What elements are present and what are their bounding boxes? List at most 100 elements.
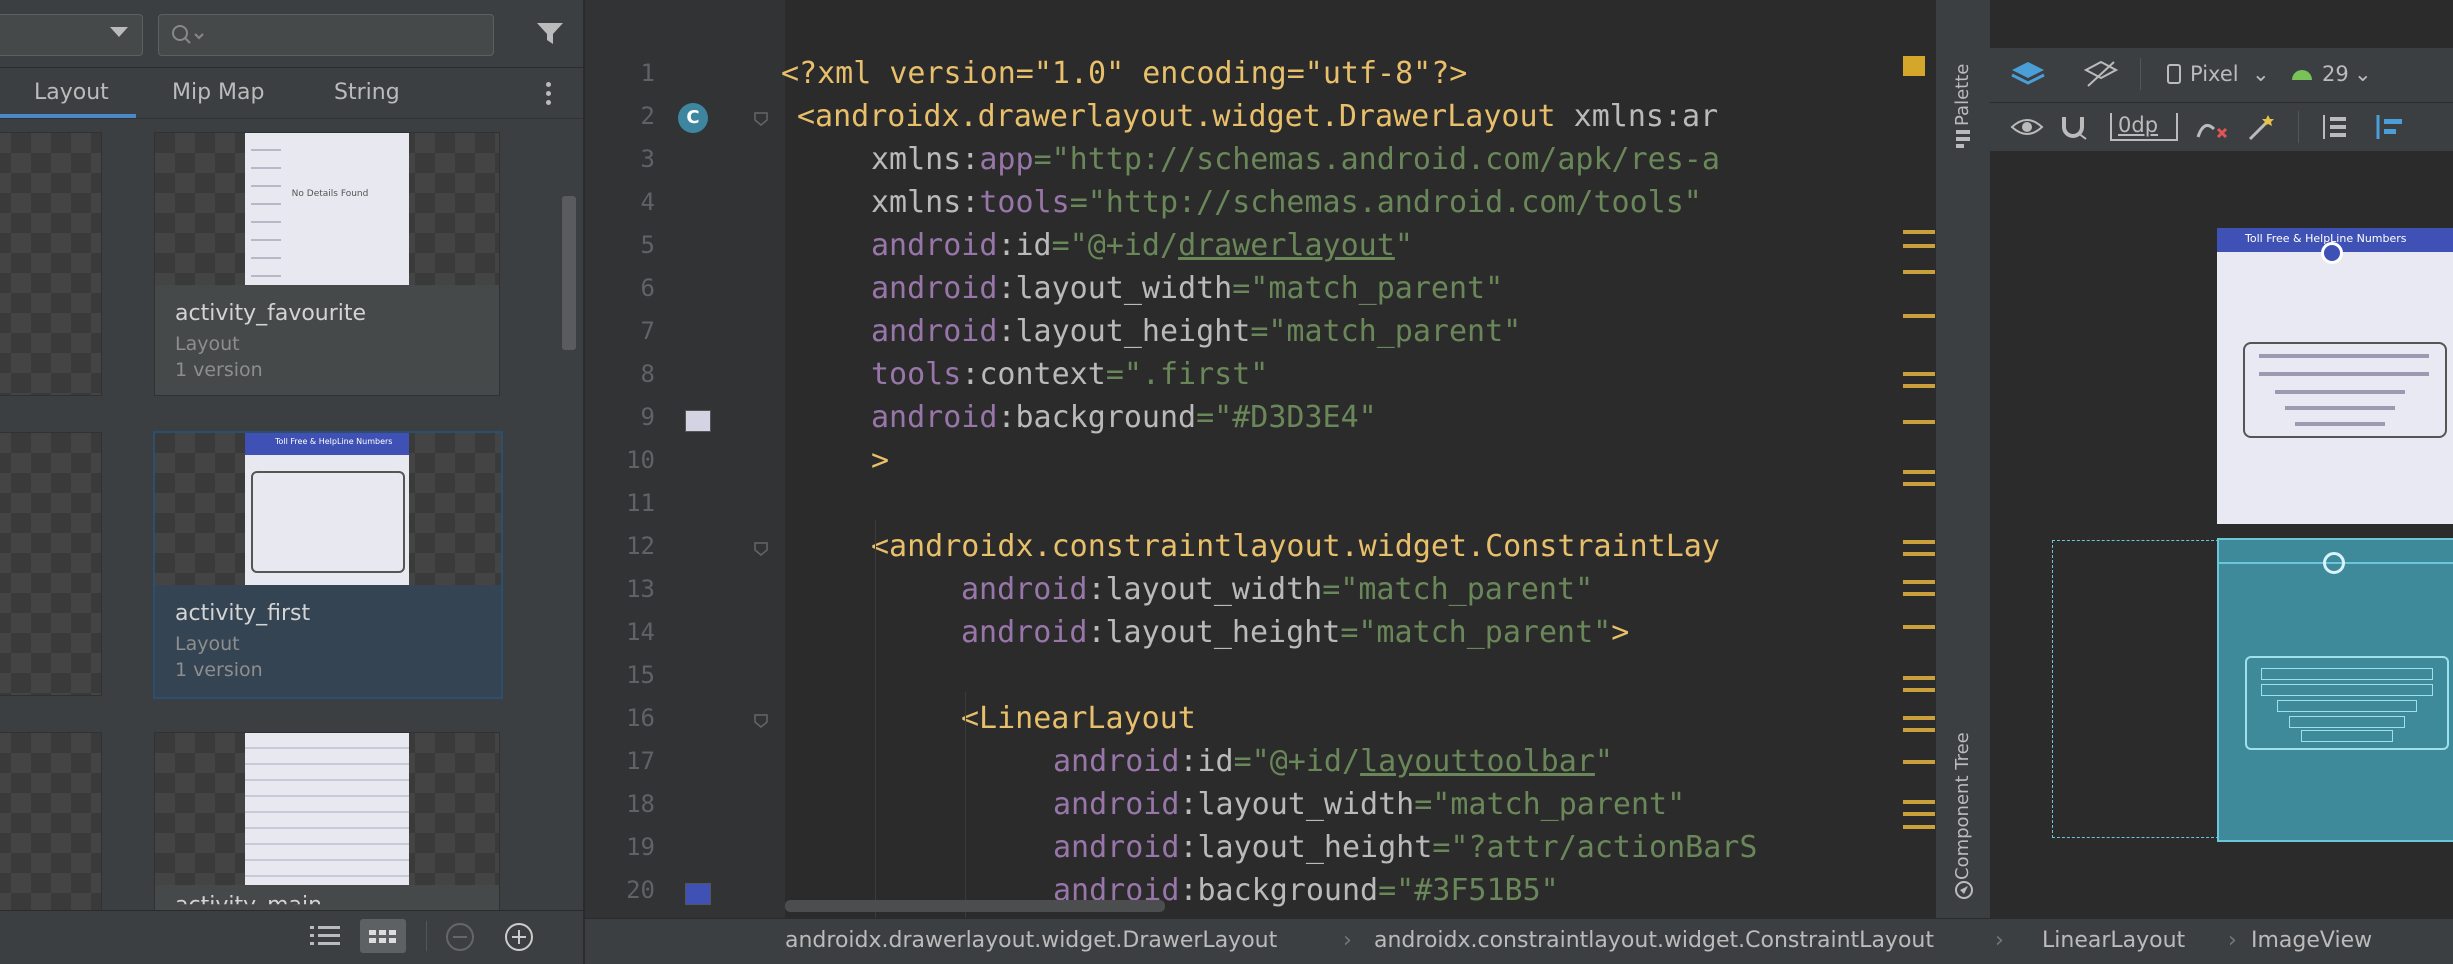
resource-card[interactable] — [0, 432, 102, 696]
align-icon[interactable] — [2374, 113, 2404, 141]
line-number: 9 — [640, 403, 655, 431]
color-swatch[interactable] — [685, 410, 711, 432]
component-tree-tab[interactable]: Component Tree — [1952, 732, 1973, 880]
code-line-18: android:layout_width="match_parent" — [1053, 787, 1685, 822]
module-dropdown[interactable] — [0, 14, 143, 56]
code-line-13: android:layout_width="match_parent" — [961, 572, 1593, 607]
preview-list — [251, 139, 281, 279]
orientation-icon[interactable] — [2084, 60, 2118, 90]
code-line-9: android:background="#D3D3E4" — [871, 400, 1377, 435]
design-surface-icon[interactable] — [2010, 60, 2046, 90]
layout-preview: Toll Free & HelpLine Numbers — [245, 433, 409, 585]
breadcrumb-item[interactable]: androidx.drawerlayout.widget.DrawerLayou… — [785, 928, 1277, 953]
breadcrumb-separator: › — [1343, 928, 1352, 953]
card-name: activity_main — [175, 893, 323, 910]
more-options-icon[interactable] — [546, 82, 552, 109]
vertical-scrollbar[interactable] — [562, 196, 576, 350]
xml-attr: :id — [997, 228, 1052, 263]
design-preview-screen[interactable]: Toll Free & HelpLine Numbers — [2217, 228, 2453, 524]
card-thumbnail — [0, 133, 101, 395]
tab-mip-map[interactable]: Mip Map — [172, 80, 264, 105]
resource-card[interactable] — [0, 132, 102, 396]
card-name: activity_favourite — [175, 301, 367, 326]
grid-view-icon[interactable] — [360, 919, 406, 953]
filter-icon[interactable] — [536, 22, 564, 46]
preview-title: Toll Free & HelpLine Numbers — [275, 437, 393, 446]
code-line-17: android:id="@+id/layouttoolbar" — [1053, 744, 1613, 779]
resource-card-activity-first[interactable]: Toll Free & HelpLine Numbers activity_fi… — [153, 431, 503, 699]
android-icon — [2292, 70, 2312, 80]
line-number: 10 — [626, 446, 655, 474]
resource-card[interactable] — [0, 732, 102, 910]
xml-attr: xmlns: — [871, 185, 980, 220]
device-selector[interactable]: Pixel — [2190, 62, 2239, 86]
eye-icon[interactable] — [2010, 115, 2044, 139]
tab-string[interactable]: String — [334, 80, 400, 105]
tab-layout[interactable]: Layout — [34, 80, 109, 105]
list-view-icon[interactable] — [310, 923, 340, 949]
fold-icon[interactable] — [753, 111, 769, 127]
fold-icon[interactable] — [753, 541, 769, 557]
xml-value: ="#3F51B5" — [1378, 873, 1559, 908]
menu-row — [2285, 406, 2395, 410]
xml-tag: <androidx.drawerlayout.widget.DrawerLayo… — [797, 99, 1556, 134]
class-badge-icon[interactable]: C — [678, 103, 708, 133]
line-number: 13 — [626, 575, 655, 603]
card-thumbnail: Toll Free & HelpLine Numbers — [155, 433, 501, 585]
resource-toolbar — [0, 0, 583, 68]
line-number: 2 — [640, 102, 655, 130]
palette-tab[interactable]: Palette — [1952, 64, 1973, 126]
separator — [2298, 111, 2299, 143]
blueprint-preview[interactable] — [2217, 538, 2453, 842]
code-line-4: xmlns:tools="http://schemas.android.com/… — [871, 185, 1702, 220]
code-editor[interactable]: 1 2 3 4 5 6 7 8 9 10 11 12 13 14 15 16 1… — [585, 0, 1935, 918]
xml-ns: android — [1053, 787, 1180, 822]
chevron-down-icon[interactable]: ⌄ — [2354, 62, 2372, 86]
menu-row — [2295, 422, 2385, 426]
xml-value: ="http://schemas.android.com/apk/res-a — [1033, 142, 1720, 177]
xml-attr: :id — [1179, 744, 1234, 779]
zoom-in-icon[interactable] — [503, 921, 535, 953]
breadcrumb-item[interactable]: LinearLayout — [2042, 928, 2185, 953]
selection-handle[interactable] — [2323, 552, 2345, 574]
xml-ns: android — [1053, 744, 1180, 779]
api-level-selector[interactable]: 29 — [2322, 62, 2349, 86]
xml-value: drawerlayout — [1178, 228, 1395, 263]
clear-constraints-icon[interactable] — [2196, 115, 2230, 141]
magnet-icon[interactable] — [2058, 113, 2088, 141]
xml-value: ="match_parent" — [1250, 314, 1522, 349]
xml-value: ="match_parent" — [1232, 271, 1504, 306]
line-number: 4 — [640, 188, 655, 216]
resource-card-activity-main[interactable]: activity_main — [154, 732, 500, 910]
card-thumbnail — [0, 733, 101, 910]
card-thumbnail — [0, 433, 101, 695]
xml-value: " — [1594, 744, 1613, 779]
fold-icon[interactable] — [753, 713, 769, 729]
xml-value: ="@+id/ — [1051, 228, 1179, 263]
xml-attr: :background — [1179, 873, 1379, 908]
search-input[interactable] — [158, 14, 494, 56]
inspection-widget[interactable] — [1903, 56, 1925, 76]
resource-card-activity-favourite[interactable]: No Details Found activity_favourite Layo… — [154, 132, 500, 396]
code-line-14: android:layout_height="match_parent"> — [961, 615, 1629, 650]
breadcrumb-item[interactable]: androidx.constraintlayout.widget.Constra… — [1374, 928, 1934, 953]
infer-constraints-icon[interactable] — [2246, 113, 2276, 141]
breadcrumb-item[interactable]: ImageView — [2251, 928, 2372, 953]
card-thumbnail: No Details Found — [155, 133, 499, 285]
color-swatch[interactable] — [685, 883, 711, 905]
chevron-down-icon[interactable]: ⌄ — [2252, 62, 2270, 86]
blueprint-row — [2289, 716, 2405, 728]
code-line-2: <androidx.drawerlayout.widget.DrawerLayo… — [797, 99, 1718, 134]
line-number: 19 — [626, 833, 655, 861]
selection-handle[interactable] — [2321, 242, 2343, 264]
line-number: 6 — [640, 274, 655, 302]
code-line-10: > — [871, 443, 889, 478]
code-line-16: <LinearLayout — [961, 701, 1196, 736]
horizontal-scrollbar[interactable] — [785, 900, 1165, 912]
zoom-out-icon[interactable] — [444, 921, 476, 953]
code-line-6: android:layout_width="match_parent" — [871, 271, 1503, 306]
xml-ns: android — [961, 572, 1088, 607]
layout-preview — [245, 733, 409, 885]
error-stripe[interactable] — [1903, 0, 1935, 918]
pack-icon[interactable] — [2320, 113, 2350, 141]
